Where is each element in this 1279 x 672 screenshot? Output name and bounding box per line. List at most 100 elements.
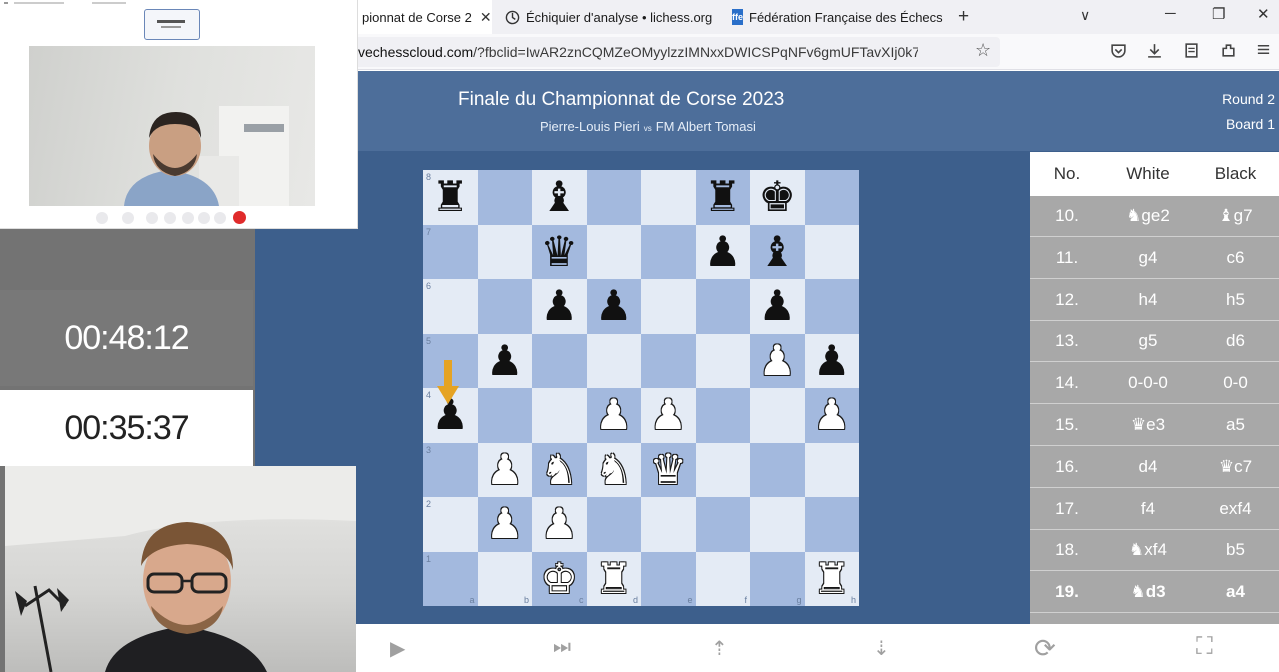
square-d7[interactable] [586, 224, 641, 279]
last-move-icon[interactable]: ⏭ [553, 636, 571, 659]
black-bishop-icon[interactable]: ♝ [540, 176, 578, 218]
black-pawn-icon[interactable]: ♟ [486, 339, 524, 382]
tab-ffe[interactable]: ffe Fédération Française des Échecs ✕ [732, 0, 944, 34]
black-pawn-icon[interactable]: ♟ [758, 285, 796, 327]
square-f2[interactable] [695, 497, 750, 552]
square-c2[interactable]: ♟ [532, 497, 587, 552]
white-move[interactable]: 0-0-0 [1104, 373, 1192, 393]
square-d8[interactable] [586, 170, 641, 225]
white-move[interactable]: d4 [1104, 457, 1192, 477]
move-row[interactable]: 15. ♛e3 a5 [1030, 405, 1279, 446]
tab-list-button[interactable]: ∨ [1080, 7, 1090, 24]
square-h4[interactable]: ♟ [804, 388, 859, 443]
white-rook-icon[interactable]: ♜ [595, 557, 633, 600]
square-g4[interactable] [750, 388, 805, 443]
move-number[interactable]: 10. [1030, 206, 1104, 226]
square-g6[interactable]: ♟ [750, 279, 805, 334]
square-a8[interactable]: 8 ♜ [423, 170, 478, 225]
move-row[interactable]: 11. g4 c6 [1030, 238, 1279, 279]
square-h3[interactable] [804, 442, 859, 497]
square-a6[interactable]: 6 [423, 279, 478, 334]
square-g3[interactable] [750, 442, 805, 497]
url-text[interactable]: vechesscloud.com/?fbclid=IwAR2znCQMZeOMy… [358, 44, 918, 60]
play-icon[interactable]: ▶ [390, 636, 405, 661]
white-move[interactable]: f4 [1104, 499, 1192, 519]
restore-button[interactable]: ❐ [1212, 5, 1225, 23]
move-number[interactable]: 15. [1030, 415, 1104, 435]
square-g8[interactable]: ♚ [750, 170, 805, 225]
white-move[interactable]: ♞d3 [1104, 582, 1192, 602]
square-f3[interactable] [695, 442, 750, 497]
white-move[interactable]: g4 [1104, 248, 1192, 268]
black-queen-icon[interactable]: ♛ [540, 230, 578, 273]
white-pawn-icon[interactable]: ♟ [595, 394, 633, 436]
square-d5[interactable] [586, 333, 641, 388]
white-move[interactable]: ♞xf4 [1104, 540, 1192, 560]
black-pawn-icon[interactable]: ♟ [540, 285, 578, 327]
white-king-icon[interactable]: ♚ [540, 557, 578, 600]
move-row[interactable]: 13. g5 d6 [1030, 321, 1279, 363]
square-a7[interactable]: 7 [423, 224, 478, 279]
square-e3[interactable]: ♛ [641, 442, 696, 497]
raise-hand-icon[interactable] [182, 212, 194, 224]
white-pawn-icon[interactable]: ♟ [649, 394, 687, 436]
microphone-icon[interactable] [96, 212, 108, 224]
white-pawn-icon[interactable]: ♟ [540, 503, 578, 545]
move-number[interactable]: 18. [1030, 540, 1104, 560]
sort-down-icon[interactable]: ⇣ [873, 636, 890, 661]
square-d2[interactable] [586, 497, 641, 552]
black-move[interactable]: a5 [1192, 415, 1279, 435]
black-king-icon[interactable]: ♚ [758, 176, 796, 218]
square-h7[interactable] [804, 224, 859, 279]
move-number[interactable]: 17. [1030, 499, 1104, 519]
square-h2[interactable] [804, 497, 859, 552]
fullscreen-icon[interactable]: ⛶ [1196, 633, 1213, 661]
move-row[interactable]: 10. ♞ge2 ♝g7 [1030, 196, 1279, 237]
square-b5[interactable]: ♟ [477, 333, 532, 388]
new-tab-button[interactable]: + [958, 6, 969, 28]
move-row[interactable]: 16. d4 ♛c7 [1030, 447, 1279, 488]
square-b1[interactable]: b [477, 551, 532, 606]
square-e5[interactable] [641, 333, 696, 388]
square-c6[interactable]: ♟ [532, 279, 587, 334]
move-number[interactable]: 11. [1030, 248, 1104, 268]
move-row[interactable]: 14. 0-0-0 0-0 [1030, 363, 1279, 405]
square-c3[interactable]: ♞ [532, 442, 587, 497]
black-move[interactable]: ♝g7 [1192, 206, 1279, 226]
square-f1[interactable]: f [695, 551, 750, 606]
white-move[interactable]: h4 [1104, 290, 1192, 310]
square-h5[interactable]: ♟ [804, 333, 859, 388]
black-rook-icon[interactable]: ♜ [431, 176, 469, 218]
square-b2[interactable]: ♟ [477, 497, 532, 552]
downloads-icon[interactable] [1146, 42, 1163, 64]
square-g7[interactable]: ♝ [750, 224, 805, 279]
square-b4[interactable] [477, 388, 532, 443]
black-rook-icon[interactable]: ♜ [704, 176, 742, 218]
square-e6[interactable] [641, 279, 696, 334]
square-g2[interactable] [750, 497, 805, 552]
white-pawn-icon[interactable]: ♟ [758, 339, 796, 382]
white-knight-icon[interactable]: ♞ [540, 448, 578, 491]
white-pawn-icon[interactable]: ♟ [486, 503, 524, 545]
square-d6[interactable]: ♟ [586, 279, 641, 334]
shared-screen-thumbnail[interactable] [144, 9, 200, 40]
tab-close-icon[interactable]: ✕ [480, 9, 492, 26]
pocket-icon[interactable] [1110, 42, 1127, 64]
square-h1[interactable]: h ♜ [804, 551, 859, 606]
black-move[interactable]: a4 [1192, 582, 1279, 602]
white-pawn-icon[interactable]: ♟ [813, 394, 851, 436]
black-move[interactable]: exf4 [1192, 499, 1279, 519]
white-rook-icon[interactable]: ♜ [813, 557, 851, 600]
square-e4[interactable]: ♟ [641, 388, 696, 443]
share-screen-icon[interactable] [146, 212, 158, 224]
square-c1[interactable]: c ♚ [532, 551, 587, 606]
square-b7[interactable] [477, 224, 532, 279]
white-pawn-icon[interactable]: ♟ [486, 448, 524, 491]
square-h8[interactable] [804, 170, 859, 225]
sort-up-icon[interactable]: ⇡ [711, 636, 728, 661]
black-move[interactable]: d6 [1192, 331, 1279, 351]
white-knight-icon[interactable]: ♞ [595, 448, 633, 491]
square-b8[interactable] [477, 170, 532, 225]
square-f4[interactable] [695, 388, 750, 443]
square-g5[interactable]: ♟ [750, 333, 805, 388]
